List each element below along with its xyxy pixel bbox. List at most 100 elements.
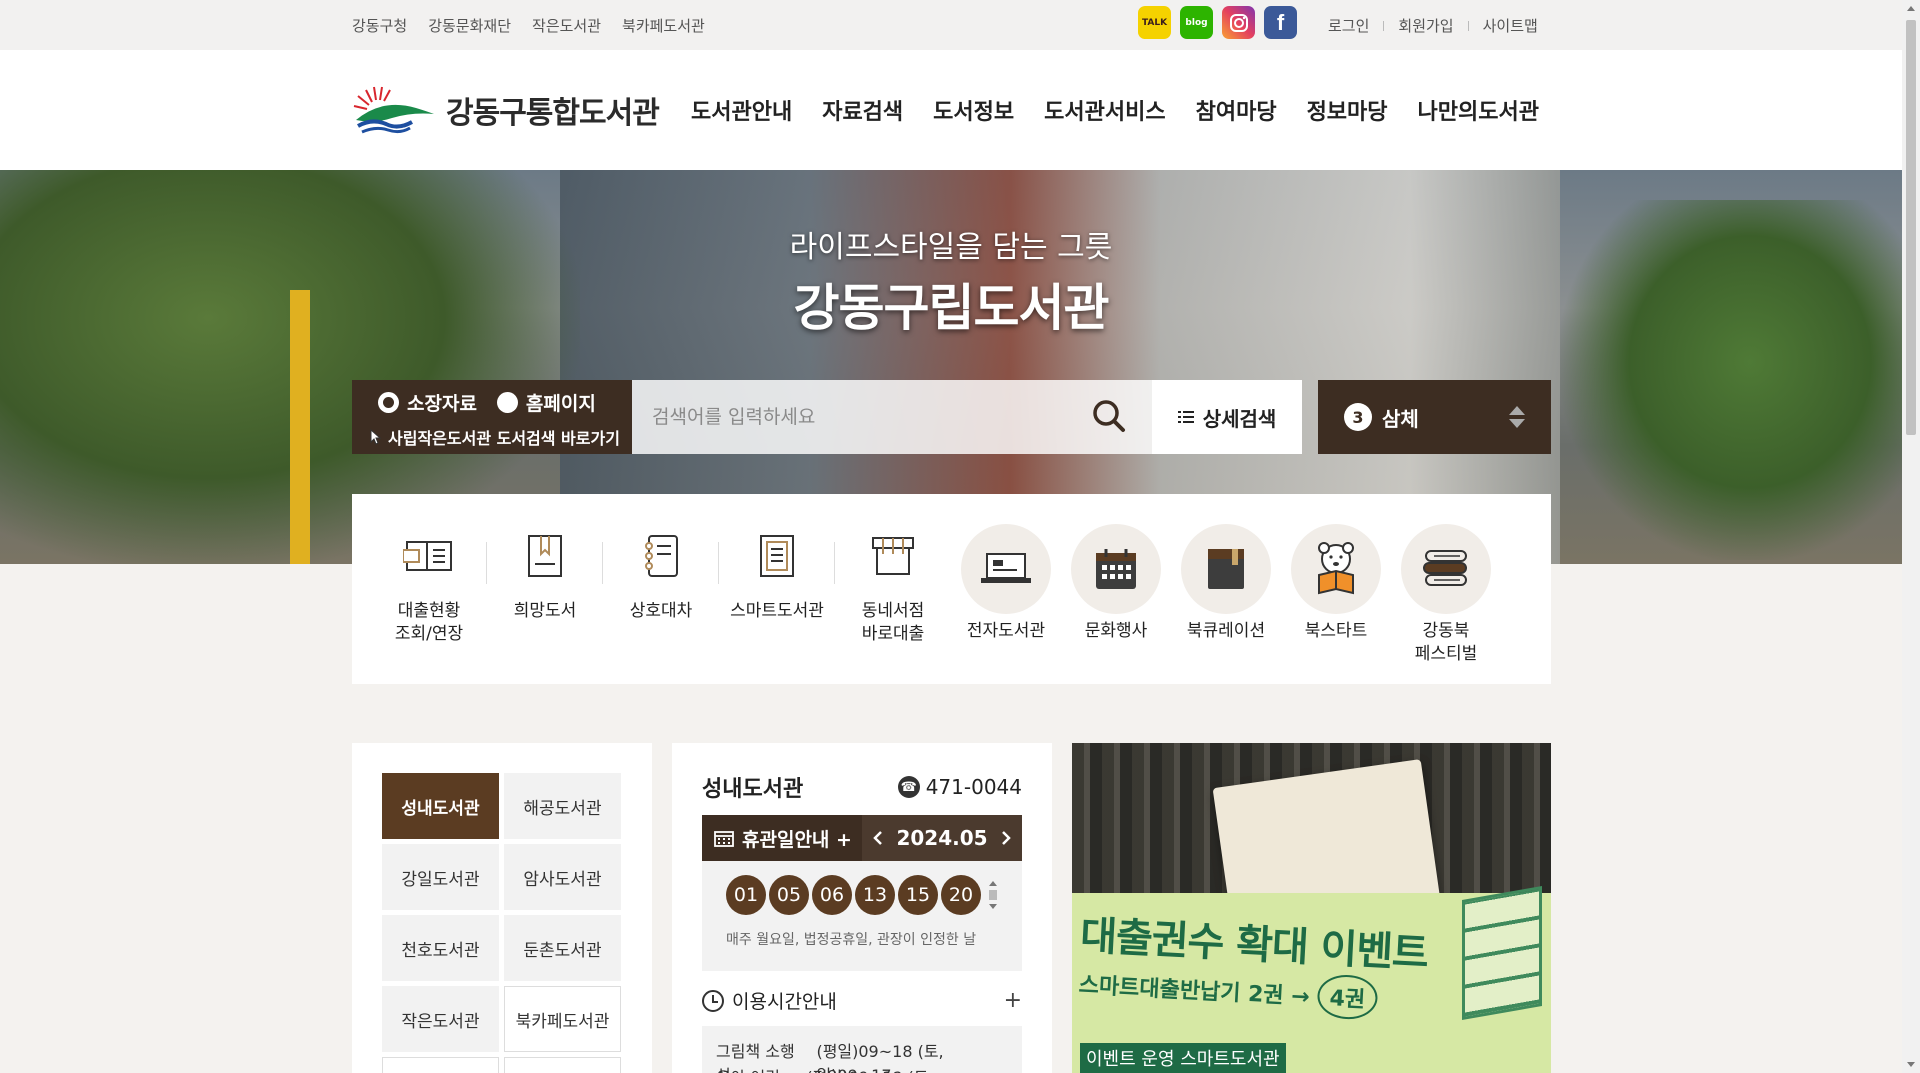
quick-e-library[interactable]: 전자도서관 xyxy=(951,494,1061,684)
bear-reading-icon xyxy=(1291,524,1381,614)
nav-search[interactable]: 자료검색 xyxy=(822,94,903,126)
site-logo[interactable]: 강동구통합도서관 xyxy=(352,84,660,136)
search-icon[interactable] xyxy=(1092,399,1126,433)
tab-extra[interactable] xyxy=(382,1057,499,1073)
list-icon xyxy=(1177,411,1194,423)
search-input[interactable] xyxy=(632,380,1072,454)
tab-haegong-library[interactable]: 해공도서관 xyxy=(504,773,621,839)
phone-number: 471-0044 xyxy=(925,775,1022,799)
closed-days-header: 휴관일안내 + 2024.05 xyxy=(702,815,1022,861)
scroll-down-icon[interactable] xyxy=(1907,1062,1915,1067)
plus-icon[interactable]: + xyxy=(1004,988,1022,1013)
tab-cheonho-library[interactable]: 천호도서관 xyxy=(382,915,499,981)
search-bar: 소장자료 홈페이지 사립작은도서관 도서검색 바로가기 상세검색 3 삼체 xyxy=(352,380,1551,454)
closed-days-list: 01 05 06 13 15 20 매주 월요일, 법정공휴일, 관장이 인정한… xyxy=(702,861,1022,971)
keyword-rank-badge: 3 xyxy=(1344,403,1372,431)
main-navigation: 도서관안내 자료검색 도서정보 도서관서비스 참여마당 정보마당 나만의도서관 xyxy=(691,94,1539,126)
days-scrollbar[interactable] xyxy=(988,880,998,910)
radio-homepage[interactable]: 홈페이지 xyxy=(496,389,596,416)
closed-day: 20 xyxy=(941,875,981,915)
nav-library-services[interactable]: 도서관서비스 xyxy=(1044,94,1165,126)
quick-e-library-label: 전자도서관 xyxy=(966,621,1046,641)
quick-culture-events[interactable]: 문화행사 xyxy=(1061,494,1171,684)
chevron-right-icon[interactable] xyxy=(1000,830,1012,846)
clock-icon xyxy=(702,989,724,1012)
book-open-icon xyxy=(399,526,459,586)
arrow-down-icon[interactable] xyxy=(1509,419,1525,428)
sitemap-link[interactable]: 사이트맵 xyxy=(1483,15,1538,36)
radio-checked-icon xyxy=(378,392,399,413)
nav-information[interactable]: 정보마당 xyxy=(1307,94,1388,126)
page-scrollbar[interactable] xyxy=(1902,0,1920,1073)
tab-bookcafe-library[interactable]: 북카페도서관 xyxy=(504,986,621,1052)
popular-keyword-rolling[interactable]: 3 삼체 xyxy=(1318,380,1551,454)
quick-wish-book-label: 희망도서 xyxy=(513,601,577,621)
opening-hours-table: 그림책 소행성 (평일)09~18 (토,일)09~17 유아 어린이 (평일)… xyxy=(702,1026,1022,1073)
quick-local-bookstore-label: 동네서점 바로대출 xyxy=(861,601,925,644)
closed-day: 15 xyxy=(898,875,938,915)
quick-bookstart-label: 북스타트 xyxy=(1304,621,1368,641)
quick-wish-book[interactable]: 희망도서 xyxy=(487,494,603,684)
private-library-search-link[interactable]: 사립작은도서관 도서검색 바로가기 xyxy=(370,425,632,449)
popular-keyword[interactable]: 삼체 xyxy=(1382,403,1419,432)
tab-extra[interactable] xyxy=(504,1057,621,1073)
chevron-left-icon[interactable] xyxy=(872,830,884,846)
link-bookcafe-library[interactable]: 북카페도서관 xyxy=(622,15,705,36)
arrow-up-icon[interactable] xyxy=(1509,406,1525,415)
calendar-month: 2024.05 xyxy=(896,826,988,850)
tab-dunchon-library[interactable]: 둔촌도서관 xyxy=(504,915,621,981)
banner-footer: 이벤트 운영 스마트도서관 xyxy=(1080,1043,1286,1073)
nav-my-library[interactable]: 나만의도서관 xyxy=(1418,94,1539,126)
quick-interlibrary-loan[interactable]: 상호대차 xyxy=(603,494,719,684)
link-gangdong-gu-office[interactable]: 강동구청 xyxy=(352,15,407,36)
account-links: 로그인 회원가입 사이트맵 xyxy=(1328,15,1538,36)
radio-collection[interactable]: 소장자료 xyxy=(378,389,477,416)
quick-culture-events-label: 문화행사 xyxy=(1084,621,1148,641)
search-options: 소장자료 홈페이지 사립작은도서관 도서검색 바로가기 xyxy=(352,380,632,454)
tab-gangil-library[interactable]: 강일도서관 xyxy=(382,844,499,910)
link-gangdong-culture-foundation[interactable]: 강동문화재단 xyxy=(428,15,511,36)
scroll-up-icon[interactable] xyxy=(1907,6,1915,11)
nav-book-info[interactable]: 도서정보 xyxy=(933,94,1014,126)
keyword-arrows xyxy=(1509,406,1525,428)
kakaotalk-icon[interactable]: TALK xyxy=(1138,6,1171,39)
radio-unchecked-icon xyxy=(496,392,518,413)
opening-hours-header[interactable]: 이용시간안내 + xyxy=(702,987,1022,1014)
blog-icon[interactable]: blog xyxy=(1180,6,1213,39)
family-site-links: 강동구청 강동문화재단 작은도서관 북카페도서관 xyxy=(352,15,705,36)
login-link[interactable]: 로그인 xyxy=(1328,15,1369,36)
library-info-card: 성내도서관 ☎ 471-0044 휴관일안내 + 2024.05 01 05 0… xyxy=(672,743,1052,1073)
tab-seongnae-library[interactable]: 성내도서관 xyxy=(382,773,499,839)
quick-menu: 대출현황 조회/연장 희망도서 상호대차 스마트도서관 동네서점 바로대출 전자… xyxy=(352,494,1551,684)
tab-amsa-library[interactable]: 암사도서관 xyxy=(504,844,621,910)
event-banner[interactable]: 대출권수 확대 이벤트 스마트대출반납기 2권 → 4권 이벤트 운영 스마트도… xyxy=(1072,743,1551,1073)
closed-day: 06 xyxy=(812,875,852,915)
quick-bookstart[interactable]: 북스타트 xyxy=(1281,494,1391,684)
facebook-icon[interactable]: f xyxy=(1264,6,1297,39)
nav-library-guide[interactable]: 도서관안내 xyxy=(691,94,792,126)
detail-search-button[interactable]: 상세검색 xyxy=(1152,380,1302,454)
quick-interlibrary-loan-label: 상호대차 xyxy=(629,601,693,621)
bookmark-book-icon xyxy=(515,526,575,586)
nav-participation[interactable]: 참여마당 xyxy=(1196,94,1277,126)
phone-icon: ☎ xyxy=(897,776,920,798)
link-small-library[interactable]: 작은도서관 xyxy=(532,15,601,36)
quick-book-curation[interactable]: 북큐레이션 xyxy=(1171,494,1281,684)
quick-book-curation-label: 북큐레이션 xyxy=(1186,621,1266,641)
hours-room: 유아 어린이 xyxy=(716,1064,794,1073)
closed-days-link[interactable]: 휴관일안내 + xyxy=(702,825,862,852)
hero-title: 강동구립도서관 xyxy=(793,279,1110,337)
hours-room: 그림책 소행성 xyxy=(716,1042,795,1073)
site-header: 강동구통합도서관 도서관안내 자료검색 도서정보 도서관서비스 참여마당 정보마… xyxy=(0,50,1902,170)
quick-book-festival[interactable]: 강동북 페스티벌 xyxy=(1391,494,1501,684)
scroll-thumb[interactable] xyxy=(1906,20,1916,435)
quick-loan-status-label: 대출현황 조회/연장 xyxy=(394,601,464,644)
divider xyxy=(1467,20,1469,31)
instagram-icon[interactable] xyxy=(1222,6,1255,39)
closed-day: 13 xyxy=(855,875,895,915)
quick-loan-status[interactable]: 대출현황 조회/연장 xyxy=(371,494,487,684)
quick-local-bookstore[interactable]: 동네서점 바로대출 xyxy=(835,494,951,684)
quick-smart-library[interactable]: 스마트도서관 xyxy=(719,494,835,684)
tab-small-library[interactable]: 작은도서관 xyxy=(382,986,499,1052)
signup-link[interactable]: 회원가입 xyxy=(1398,15,1453,36)
